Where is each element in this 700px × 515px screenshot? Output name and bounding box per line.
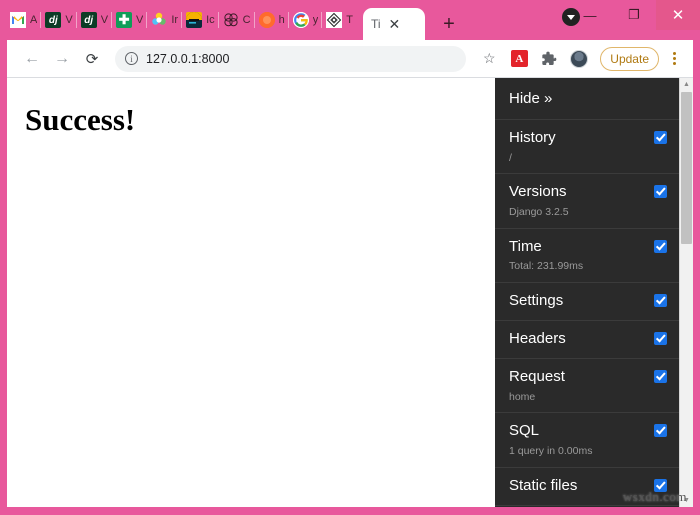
panel-checkbox[interactable] [654, 332, 667, 346]
panel-title: SQL [509, 422, 540, 440]
update-label: Update [610, 51, 649, 66]
debug-panel-request[interactable]: Request home [495, 359, 679, 414]
pinned-tab-label: V [136, 14, 144, 26]
panel-title: Headers [509, 330, 566, 348]
browser-window: A dj V dj V ✚ V Ir Ic C h y T Ti ✕ + — ❐… [0, 0, 700, 515]
address-bar[interactable]: i 127.0.0.1:8000 [115, 45, 467, 72]
debug-panel-settings[interactable]: Settings [495, 283, 679, 322]
debug-panel-history[interactable]: History / [495, 120, 679, 175]
pinned-tab-5[interactable]: Ic [181, 6, 219, 34]
debug-hide-button[interactable]: Hide » [495, 78, 679, 120]
debug-panel-headers[interactable]: Headers [495, 321, 679, 360]
panel-checkbox[interactable] [654, 131, 667, 144]
url-text[interactable]: 127.0.0.1:8000 [146, 52, 229, 66]
debug-panel-time[interactable]: Time Total: 231.99ms [495, 229, 679, 284]
cluster-icon [151, 12, 167, 28]
site-info-icon[interactable]: i [125, 52, 138, 65]
pinned-tab-label: Ir [171, 14, 179, 26]
close-window-button[interactable]: ✕ [656, 0, 700, 30]
new-tab-button[interactable]: + [435, 10, 463, 38]
panel-title: History [509, 129, 556, 146]
pinned-tab-8[interactable]: y [287, 6, 323, 34]
window-controls: — ❐ ✕ [568, 0, 700, 30]
reload-button[interactable]: ⟳ [79, 46, 105, 72]
panel-checkbox[interactable] [654, 185, 667, 199]
panel-subtitle: / [509, 151, 512, 164]
pinned-tab-3[interactable]: ✚ V [111, 6, 147, 34]
back-button[interactable]: ← [19, 46, 45, 72]
debug-panel-versions[interactable]: Versions Django 3.2.5 [495, 174, 679, 229]
watermark: wsxdn.com [622, 489, 687, 504]
active-tab[interactable]: Ti ✕ [362, 8, 425, 40]
active-tab-title: Ti [370, 17, 381, 31]
sheets-icon: ✚ [116, 12, 133, 28]
panel-title: Time [509, 237, 542, 255]
update-button[interactable]: Update [600, 46, 659, 71]
pinned-tab-label: A [30, 14, 38, 26]
scrollbar-thumb[interactable] [681, 92, 692, 244]
bookmark-star-icon[interactable]: ☆ [476, 46, 502, 72]
tab-strip: A dj V dj V ✚ V Ir Ic C h y T Ti ✕ + — ❐… [0, 0, 700, 40]
pinned-tab-label: V [100, 14, 109, 26]
panel-subtitle: home [509, 390, 536, 403]
panel-title: Settings [509, 292, 564, 310]
diamond-icon [326, 12, 343, 28]
profile-avatar[interactable] [566, 46, 592, 72]
scroll-up-icon[interactable]: ▲ [680, 78, 693, 91]
django-debug-toolbar: Hide » History / Versions Django 3.2.5 T… [495, 78, 693, 507]
media-icon [186, 12, 203, 28]
debug-panel-list: Hide » History / Versions Django 3.2.5 T… [495, 78, 679, 507]
pinned-tab-label: h [278, 14, 285, 26]
pinned-tab-label: C [242, 14, 251, 26]
pinned-tab-label: T [346, 14, 353, 26]
django-icon: dj [80, 12, 97, 28]
gmail-icon [10, 12, 26, 28]
avatar [570, 49, 589, 68]
panel-checkbox[interactable] [654, 370, 667, 384]
panel-checkbox[interactable] [654, 424, 667, 438]
forward-button[interactable]: → [49, 46, 75, 72]
panel-subtitle: Total: 231.99ms [509, 260, 584, 273]
pinned-tab-label: V [65, 14, 73, 26]
pinned-tab-0[interactable]: A [6, 6, 41, 34]
browser-menu-icon[interactable] [663, 47, 685, 71]
minimize-button[interactable]: — [568, 0, 612, 30]
page-viewport: Success! Hide » History / Versions Djang… [7, 78, 693, 507]
rings-icon [223, 12, 239, 28]
panel-subtitle: Django 3.2.5 [509, 206, 569, 219]
pinned-tab-9[interactable]: T [321, 6, 357, 34]
django-icon: dj [45, 12, 62, 28]
pinned-tab-label: Ic [206, 14, 215, 26]
adobe-pdf-icon[interactable]: A [506, 46, 532, 72]
panel-title: Request [509, 368, 565, 386]
debug-panel-scrollbar[interactable]: ▲ ▼ [679, 78, 693, 507]
browser-toolbar: ← → ⟳ i 127.0.0.1:8000 ☆ A Update [7, 40, 693, 78]
pinned-tabs: A dj V dj V ✚ V Ir Ic C h y T [6, 0, 357, 40]
debug-panel-sql[interactable]: SQL 1 query in 0.00ms [495, 413, 679, 468]
pinned-tab-1[interactable]: dj V [40, 6, 76, 34]
panel-title: Versions [509, 183, 567, 201]
maximize-button[interactable]: ❐ [612, 0, 656, 30]
extensions-icon[interactable] [536, 46, 562, 72]
pinned-tab-2[interactable]: dj V [75, 6, 112, 34]
pinned-tab-label: y [312, 14, 319, 26]
orange-circle-icon [258, 12, 275, 28]
page-title: Success! [25, 102, 136, 137]
panel-checkbox[interactable] [654, 239, 667, 253]
google-icon [292, 12, 309, 28]
page-content: Success! [7, 78, 495, 507]
pdf-glyph: A [510, 50, 528, 67]
panel-checkbox[interactable] [654, 294, 667, 308]
pinned-tab-4[interactable]: Ir [146, 6, 182, 34]
panel-subtitle: 1 query in 0.00ms [509, 445, 593, 458]
close-tab-icon[interactable]: ✕ [389, 17, 401, 31]
pinned-tab-7[interactable]: h [253, 6, 289, 34]
pinned-tab-6[interactable]: C [217, 6, 255, 34]
